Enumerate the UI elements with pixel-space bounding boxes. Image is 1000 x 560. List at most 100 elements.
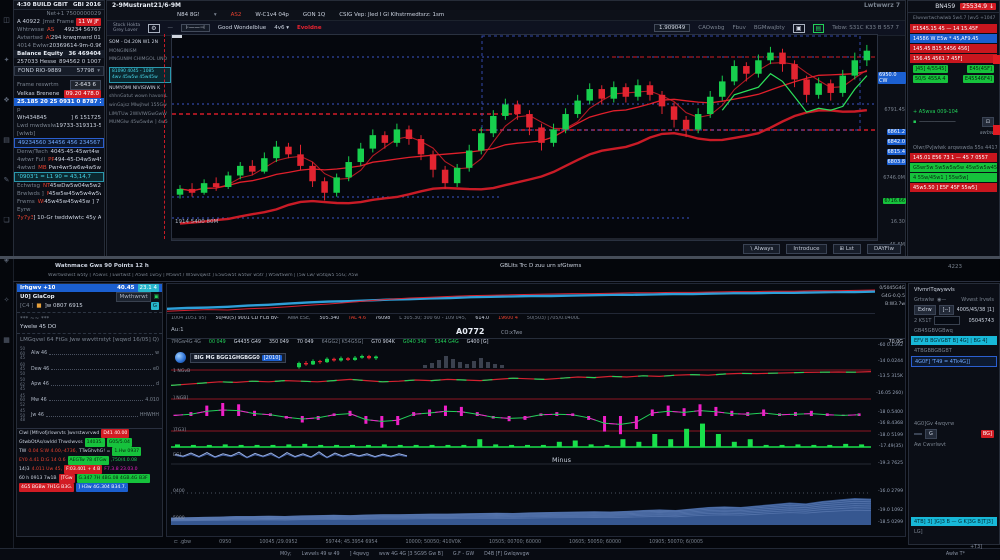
- ladder-scale: 604550: [20, 363, 28, 377]
- ladder-row[interactable]: 455048Jw 46HHWHH: [20, 409, 159, 423]
- bottom-left-row[interactable]: U0] GlaCopMwthwrwt▣: [17, 292, 162, 302]
- stat-item: TAL 4.6: [348, 316, 366, 321]
- info-line: shhnGatut wown havonIL: [109, 93, 171, 102]
- form-row[interactable]: Grtswlw◉—Wvwst Irvwls: [911, 295, 997, 304]
- status-segment: G.F - GW: [453, 552, 474, 557]
- bottom-left-row[interactable]: Irhgwv +1040.4523.1 4: [17, 284, 162, 292]
- watchlist-row[interactable]: A 40922Jmst Frame11 W JF: [14, 18, 104, 26]
- order-row[interactable]: 45w5.50 ] E5F 45F 55w5]: [910, 183, 997, 192]
- chart-footer-note: 1914 5400 80M: [175, 219, 218, 225]
- form-row[interactable]: 4TB] 3] ]G]3 B — G K]3G B]T]3]: [911, 517, 997, 526]
- sparkline-chart[interactable]: [167, 284, 875, 314]
- ladder-label: Alw 46: [31, 351, 47, 356]
- watchlist-row[interactable]: FrwmsWF245w45w45w45w ] 7 Z4w: [14, 198, 104, 206]
- chart-button[interactable]: \ Always: [743, 244, 780, 254]
- info-highlight-box: 81090 4045 - 10854wv 45w5w 45w45w: [109, 67, 171, 83]
- text: 4045-45-45wrt4w 3.2G: [50, 148, 101, 156]
- ladder-row[interactable]: 456052Mw 464.010: [20, 394, 159, 408]
- rail-icon[interactable]: ✧: [0, 280, 13, 320]
- snapshot-icon[interactable]: ▣: [793, 24, 805, 33]
- watchlist-row[interactable]: Lwd mwdwslwrs19733-319313-51-: [14, 122, 104, 130]
- main-candlestick-chart[interactable]: [171, 34, 878, 241]
- form-row[interactable]: EFV B BGVGBT B] 4G] | BG 4]: [911, 336, 997, 345]
- text: TTwGhvhG! =: [79, 447, 110, 456]
- chart-button[interactable]: DAYFlw: [867, 244, 901, 254]
- watchlist-row[interactable]: '0903'1 = L1 90 = 43,14,7: [14, 172, 104, 182]
- rail-icon[interactable]: ✎: [0, 160, 13, 200]
- rail-icon[interactable]: ▦: [0, 320, 13, 360]
- order-row[interactable]: 156.45 4561 7 45F]: [910, 54, 997, 63]
- text: Irhgwv +10: [20, 284, 55, 292]
- price-axis[interactable]: 6950.0 CW6791.456861.26842.06815.46803.8…: [878, 34, 907, 239]
- watchlist-row[interactable]: Brwlwds ]MB45w5w45w5w4w5w5w: [14, 190, 104, 198]
- minimize-icon[interactable]: —: [168, 25, 174, 31]
- rail-icon[interactable]: ◫: [0, 0, 13, 40]
- watchlist-row[interactable]: Velkas Brenene09.20 478.0: [14, 90, 104, 98]
- form-row[interactable]: 2 K51T05045743: [911, 316, 997, 325]
- ladder-row[interactable]: 506245Apw 46d: [20, 378, 159, 392]
- watchlist-row[interactable]: Denw/TwchMS4045-45-45wrt4w 3.2G: [14, 148, 104, 156]
- watchlist-row[interactable]: WhtrwsseAS49234 56767: [14, 26, 104, 34]
- form-row[interactable]: 4G0F] 'T49 = 4Tk4G]]: [911, 356, 997, 367]
- bottom-left-row[interactable]: Ywelw 45 DO: [17, 323, 162, 331]
- text: NTB: [43, 182, 50, 190]
- order-row[interactable]: G5wr5w 5w5w5w5w 45w5w5w45w: [910, 163, 997, 172]
- form-row[interactable]: Exlrw[--]4005/45/38 ]1]: [911, 305, 997, 315]
- grid-icon[interactable]: ▤: [813, 24, 825, 33]
- contract-ladder[interactable]: 506045Alw 46w 604550Dew 46e0506245Apw 46d…: [17, 344, 162, 426]
- order-row[interactable]: 145.01 E56 73 1 — 45 7 0557: [910, 153, 997, 162]
- tool-item[interactable]: BGMwajbty: [754, 25, 785, 31]
- watchlist-row[interactable]: EchwtsgNTB45wDw5w04w5w249: [14, 182, 104, 190]
- watchlist-row[interactable]: Frame reswrtm2-643 6: [14, 80, 104, 90]
- watchlist-title-right: GBI 2016: [73, 2, 101, 8]
- watchlist-row[interactable]: 4wtwdMBPwr4wr5w6w4w5w: [14, 164, 104, 172]
- order-row[interactable]: 4 55w/45w1 ] 55w5w]: [910, 173, 997, 182]
- divider: [17, 333, 162, 334]
- corner-note: +T3]: [970, 545, 982, 550]
- watchlist-row[interactable]: AvtwrtwdAS294 krwqmwrd 010: [14, 34, 104, 42]
- log-line: 4G5 BGBw 7H1G B3G.] H3w 4G.304 B34.7.: [19, 483, 160, 492]
- text: 2 K51T: [914, 317, 931, 325]
- time-group: 59744; 45.3954 6954: [326, 540, 378, 545]
- chart-button[interactable]: Introduce: [786, 244, 826, 254]
- indicator-stack-chart[interactable]: [171, 350, 871, 534]
- watchlist-row[interactable]: 4014 Ewlwm20369614-9m-0.967: [14, 42, 104, 50]
- form-row[interactable]: GBG]: [911, 429, 997, 439]
- rail-icon[interactable]: ◈: [0, 240, 13, 280]
- watchlist-row[interactable]: Wh434845] 6 151725: [14, 114, 104, 122]
- tool-item[interactable]: Fbuv: [732, 25, 745, 31]
- watchlist-row[interactable]: FOND RIO-988957798▾: [14, 66, 104, 76]
- session-label: Tebw: S31C K33 B 557 7: [832, 25, 899, 31]
- sparkline-label: B:W3.7w: [877, 301, 905, 309]
- tool-item[interactable]: CAOwsbg: [698, 25, 724, 31]
- time-axis[interactable]: ⊏ .gbw095010045 /29.095259744; 45.3954 6…: [166, 537, 1000, 547]
- text: GtwbOtAs/swldd Thwslwvss: [19, 438, 83, 447]
- watchlist-row[interactable]: 7y7y35] 10-Gr twddwlwtc 45y Allwstw: [14, 214, 104, 222]
- order-row[interactable]: 50/5 455A 4E45546F4]: [910, 74, 997, 83]
- order-row[interactable]: ▪────────────⊡: [910, 117, 997, 127]
- order-row[interactable]: ]45] 4/5545]E45(45F]: [910, 64, 997, 73]
- text: 50/5 455A 4: [913, 75, 948, 83]
- order-row[interactable]: E1545.15 45 — 14 15.45F: [910, 24, 997, 33]
- order-row[interactable]: 145.45 B15 5456 456]: [910, 44, 997, 53]
- watchlist-row[interactable]: 4wtwr FullPPW494-45-D4w5w45 3: [14, 156, 104, 164]
- watchlist-row[interactable]: 49234560 34456 456 234567 8: [14, 138, 104, 148]
- rail-icon[interactable]: ✦: [0, 40, 13, 80]
- watchlist-row[interactable]: 25.185 20 25 0931 0 8787 2: [14, 98, 104, 106]
- chart-button[interactable]: ⊞ Lst: [833, 244, 861, 254]
- ladder-row[interactable]: 506045Alw 46w: [20, 347, 159, 361]
- order-row[interactable]: 14586 W E5w * 45,AF9.45: [910, 34, 997, 43]
- bottom-left-row[interactable]: [C4 ]■]w 0807 6915G: [17, 302, 162, 310]
- rail-icon[interactable]: ▤: [0, 120, 13, 160]
- text: 11 W JF: [76, 18, 101, 26]
- rail-icon[interactable]: ❖: [0, 80, 13, 120]
- gear-icon[interactable]: ⚙: [148, 24, 159, 33]
- symbol-overlay[interactable]: BIG MG BGG1GHGBGG0[2010]: [175, 352, 286, 363]
- text: 23.1 4: [138, 284, 160, 292]
- range-control[interactable]: ⊦——⊣: [181, 24, 210, 32]
- timeframe-select[interactable]: 4v6 ▾: [274, 25, 289, 31]
- text: 20369614-9m-0.967: [49, 42, 101, 50]
- ladder-row[interactable]: 604550Dew 46e0: [20, 363, 159, 377]
- indicator-stats-row: 1004 1051 95)50/40(5) 9001 CD FCB Bv-AWA…: [171, 316, 903, 321]
- rail-icon[interactable]: ❏: [0, 200, 13, 240]
